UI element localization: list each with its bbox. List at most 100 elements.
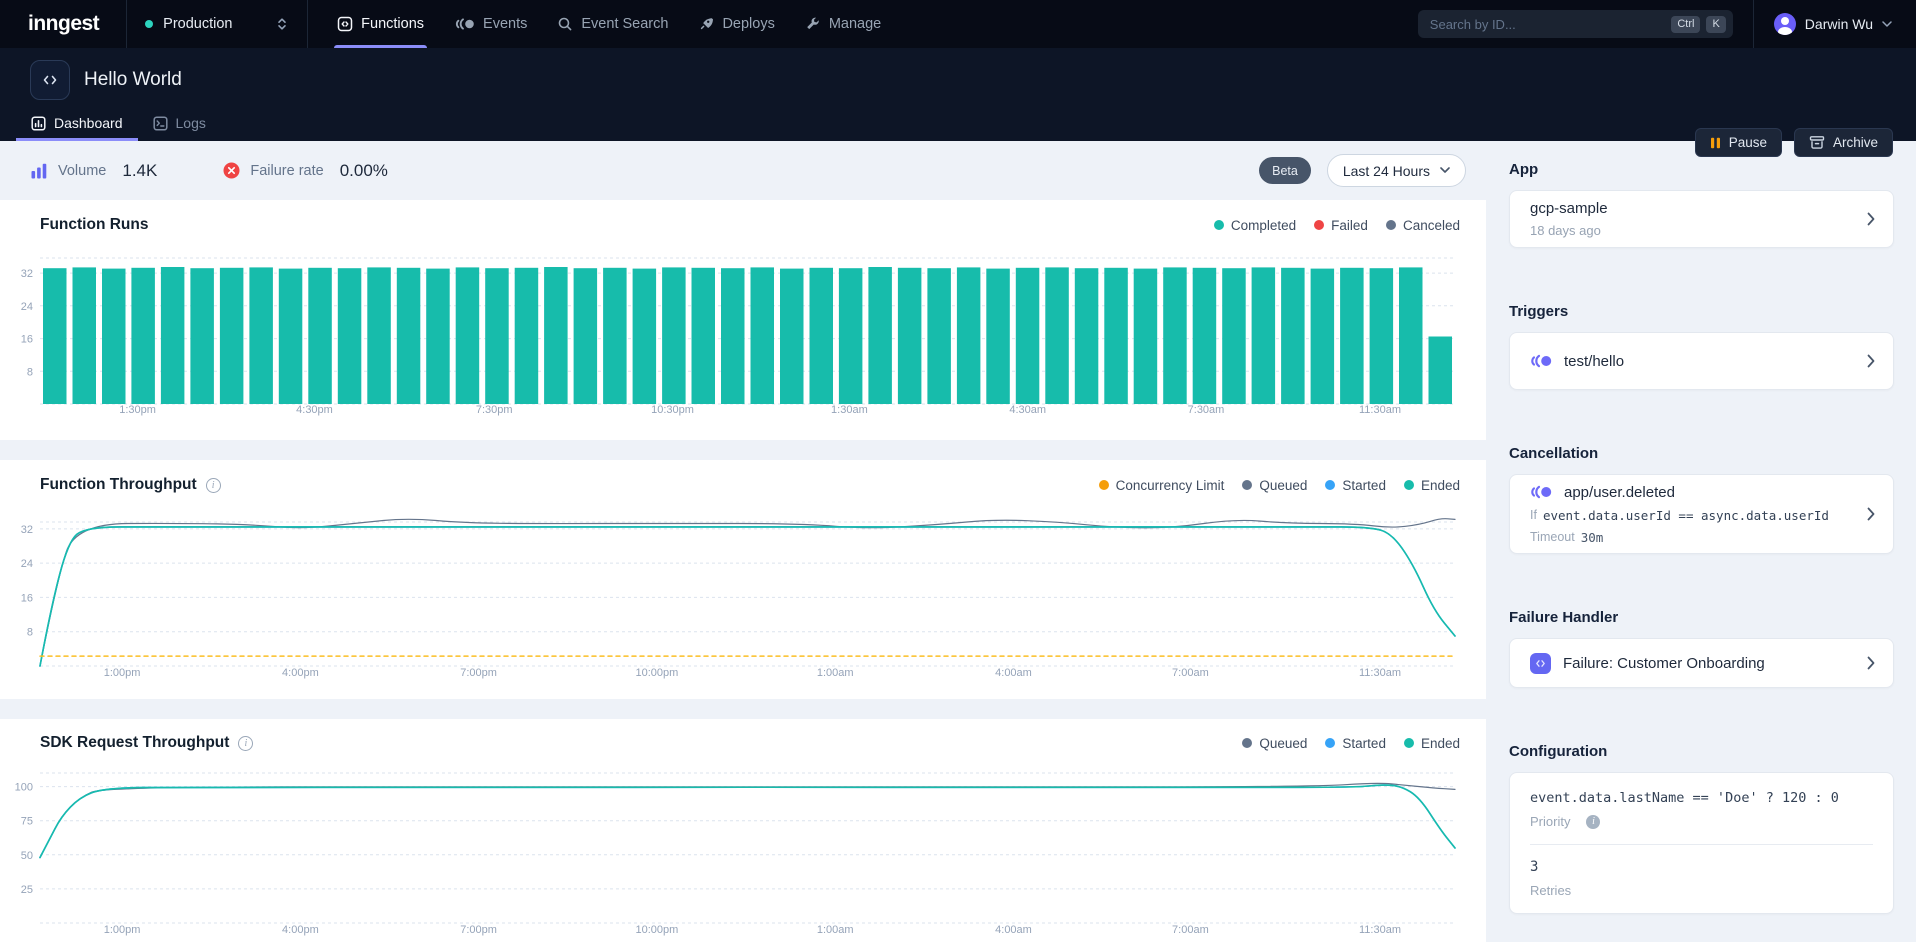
wrench-icon bbox=[805, 16, 821, 32]
nav-item-manage[interactable]: Manage bbox=[790, 0, 896, 48]
x-axis-label: 10:00pm bbox=[635, 667, 678, 679]
legend-dot bbox=[1404, 480, 1414, 490]
function-tabs: Dashboard Logs bbox=[16, 105, 221, 141]
legend-label: Failed bbox=[1331, 218, 1368, 233]
failure-handler-card[interactable]: Failure: Customer Onboarding bbox=[1509, 638, 1894, 688]
legend-item: Completed bbox=[1214, 218, 1296, 233]
legend-label: Queued bbox=[1259, 478, 1307, 493]
retries-label: Retries bbox=[1530, 883, 1571, 898]
search-input[interactable] bbox=[1430, 17, 1666, 32]
function-actions: Pause Archive bbox=[1695, 128, 1893, 157]
bar bbox=[839, 268, 863, 404]
timeout-label: Timeout bbox=[1530, 530, 1575, 544]
tab-label: Dashboard bbox=[54, 115, 123, 131]
legend-label: Canceled bbox=[1403, 218, 1460, 233]
tab-logs[interactable]: Logs bbox=[138, 105, 221, 141]
nav-item-label: Manage bbox=[829, 16, 881, 32]
legend-dot bbox=[1404, 738, 1414, 748]
app-card[interactable]: gcp-sample 18 days ago bbox=[1509, 190, 1894, 248]
nav-item-events[interactable]: Events bbox=[439, 0, 542, 48]
legend-label: Ended bbox=[1421, 478, 1460, 493]
nav-items: Functions Events Event Search Deploys bbox=[322, 0, 896, 48]
bar bbox=[279, 269, 303, 404]
nav-item-event-search[interactable]: Event Search bbox=[542, 0, 683, 48]
configuration-section: Configuration event.data.lastName == 'Do… bbox=[1509, 743, 1894, 914]
rocket-icon bbox=[698, 16, 714, 32]
legend-item: Concurrency Limit bbox=[1099, 478, 1225, 493]
y-axis-label: 24 bbox=[21, 558, 33, 570]
time-range-select[interactable]: Last 24 Hours bbox=[1327, 154, 1466, 187]
info-icon[interactable] bbox=[206, 478, 221, 493]
x-axis-label: 11:30am bbox=[1359, 667, 1401, 679]
ctrl-key-hint: Ctrl bbox=[1671, 16, 1700, 33]
chart-legend: Concurrency LimitQueuedStartedEnded bbox=[1099, 478, 1460, 493]
nav-item-functions[interactable]: Functions bbox=[322, 0, 439, 48]
legend-item: Canceled bbox=[1386, 218, 1460, 233]
bar bbox=[692, 268, 716, 404]
code-icon bbox=[41, 71, 59, 89]
failure-rate-value: 0.00% bbox=[340, 161, 388, 181]
function-code-icon bbox=[1530, 653, 1551, 674]
dashboard-icon bbox=[31, 116, 46, 131]
volume-bars-icon bbox=[30, 162, 48, 180]
tab-dashboard[interactable]: Dashboard bbox=[16, 105, 138, 141]
cancellation-card[interactable]: app/user.deleted If event.data.userId ==… bbox=[1509, 474, 1894, 554]
terminal-icon bbox=[153, 116, 168, 131]
y-axis-label: 24 bbox=[21, 301, 33, 313]
x-axis-label: 10:00pm bbox=[635, 924, 678, 936]
bar bbox=[1016, 268, 1040, 404]
archive-button[interactable]: Archive bbox=[1794, 128, 1893, 157]
beta-badge: Beta bbox=[1259, 157, 1311, 184]
info-icon[interactable] bbox=[238, 736, 253, 751]
chevron-down-icon bbox=[1440, 167, 1450, 174]
cancellation-expression: event.data.userId == async.data.userId bbox=[1543, 508, 1829, 523]
failure-rate-stat: Failure rate 0.00% bbox=[223, 161, 388, 181]
bar bbox=[780, 269, 804, 404]
chart-legend: QueuedStartedEnded bbox=[1242, 736, 1460, 751]
bar bbox=[603, 268, 627, 404]
bar bbox=[957, 267, 981, 404]
bar bbox=[426, 269, 450, 404]
bar bbox=[1193, 268, 1217, 404]
cancellation-section: Cancellation app/user.deleted If event.d… bbox=[1509, 445, 1894, 554]
trigger-card[interactable]: test/hello bbox=[1509, 332, 1894, 390]
bar bbox=[1222, 268, 1246, 404]
event-icon bbox=[454, 17, 475, 31]
bar bbox=[1311, 269, 1335, 404]
nav-item-deploys[interactable]: Deploys bbox=[683, 0, 789, 48]
configuration-heading: Configuration bbox=[1509, 743, 1894, 760]
search-icon bbox=[557, 16, 573, 32]
y-axis-label: 8 bbox=[27, 366, 33, 378]
global-search[interactable]: Ctrl K bbox=[1418, 10, 1733, 38]
bar bbox=[633, 269, 657, 404]
x-axis-label: 11:30am bbox=[1359, 924, 1401, 936]
failure-handler-section: Failure Handler Failure: Customer Onboar… bbox=[1509, 609, 1894, 688]
bar bbox=[161, 267, 185, 404]
bar bbox=[485, 268, 509, 404]
legend-label: Completed bbox=[1231, 218, 1296, 233]
bar bbox=[544, 267, 568, 404]
environment-label: Production bbox=[163, 16, 265, 32]
bar bbox=[1429, 337, 1453, 405]
event-icon bbox=[1530, 354, 1552, 368]
tab-label: Logs bbox=[176, 115, 206, 131]
nav-item-label: Events bbox=[483, 16, 527, 32]
environment-selector[interactable]: Production bbox=[127, 0, 307, 48]
details-sidebar: App gcp-sample 18 days ago Triggers bbox=[1486, 141, 1916, 942]
triggers-heading: Triggers bbox=[1509, 303, 1894, 320]
chevron-right-icon bbox=[1867, 354, 1875, 368]
info-icon[interactable] bbox=[1586, 815, 1600, 829]
x-axis-label: 7:00pm bbox=[460, 924, 497, 936]
bar bbox=[397, 268, 421, 404]
user-menu[interactable]: Darwin Wu bbox=[1774, 13, 1892, 35]
failure-handler-heading: Failure Handler bbox=[1509, 609, 1894, 626]
bar bbox=[1340, 268, 1364, 404]
priority-expression: event.data.lastName == 'Doe' ? 120 : 0 bbox=[1530, 790, 1873, 806]
pause-button[interactable]: Pause bbox=[1695, 128, 1782, 157]
y-axis-label: 32 bbox=[21, 268, 33, 280]
bar bbox=[190, 268, 214, 404]
chevron-right-icon bbox=[1867, 507, 1875, 521]
unfold-icon bbox=[275, 16, 289, 32]
bar bbox=[1075, 268, 1099, 404]
event-icon bbox=[1530, 485, 1552, 499]
